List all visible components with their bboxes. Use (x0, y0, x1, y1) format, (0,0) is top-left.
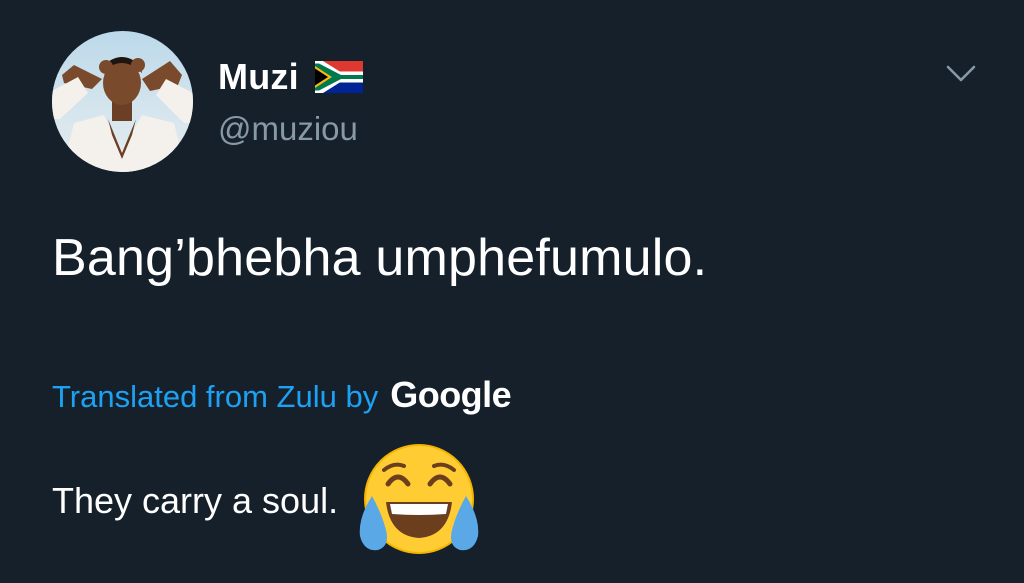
face-with-tears-of-joy-icon (359, 444, 479, 554)
author-handle[interactable]: @muziou (218, 110, 358, 148)
profile-photo-icon (52, 31, 193, 172)
translation-attribution: Translated from Zulu by Google (52, 374, 512, 416)
translated-from-label[interactable]: Translated from Zulu by (52, 379, 378, 415)
google-logo: Google (390, 374, 512, 415)
south-africa-flag-icon (314, 61, 363, 93)
tweet-card: Muzi @muziou Bang’bhebha umphefumulo. Tr… (0, 0, 1024, 583)
translated-text: They carry a soul. (52, 480, 339, 521)
avatar[interactable] (52, 31, 193, 172)
display-name[interactable]: Muzi (218, 56, 299, 98)
author-name-row: Muzi (218, 56, 363, 98)
chevron-down-icon[interactable] (946, 64, 976, 84)
translated-text-row: They carry a soul. (52, 440, 488, 562)
tweet-text: Bang’bhebha umphefumulo. (52, 229, 708, 287)
